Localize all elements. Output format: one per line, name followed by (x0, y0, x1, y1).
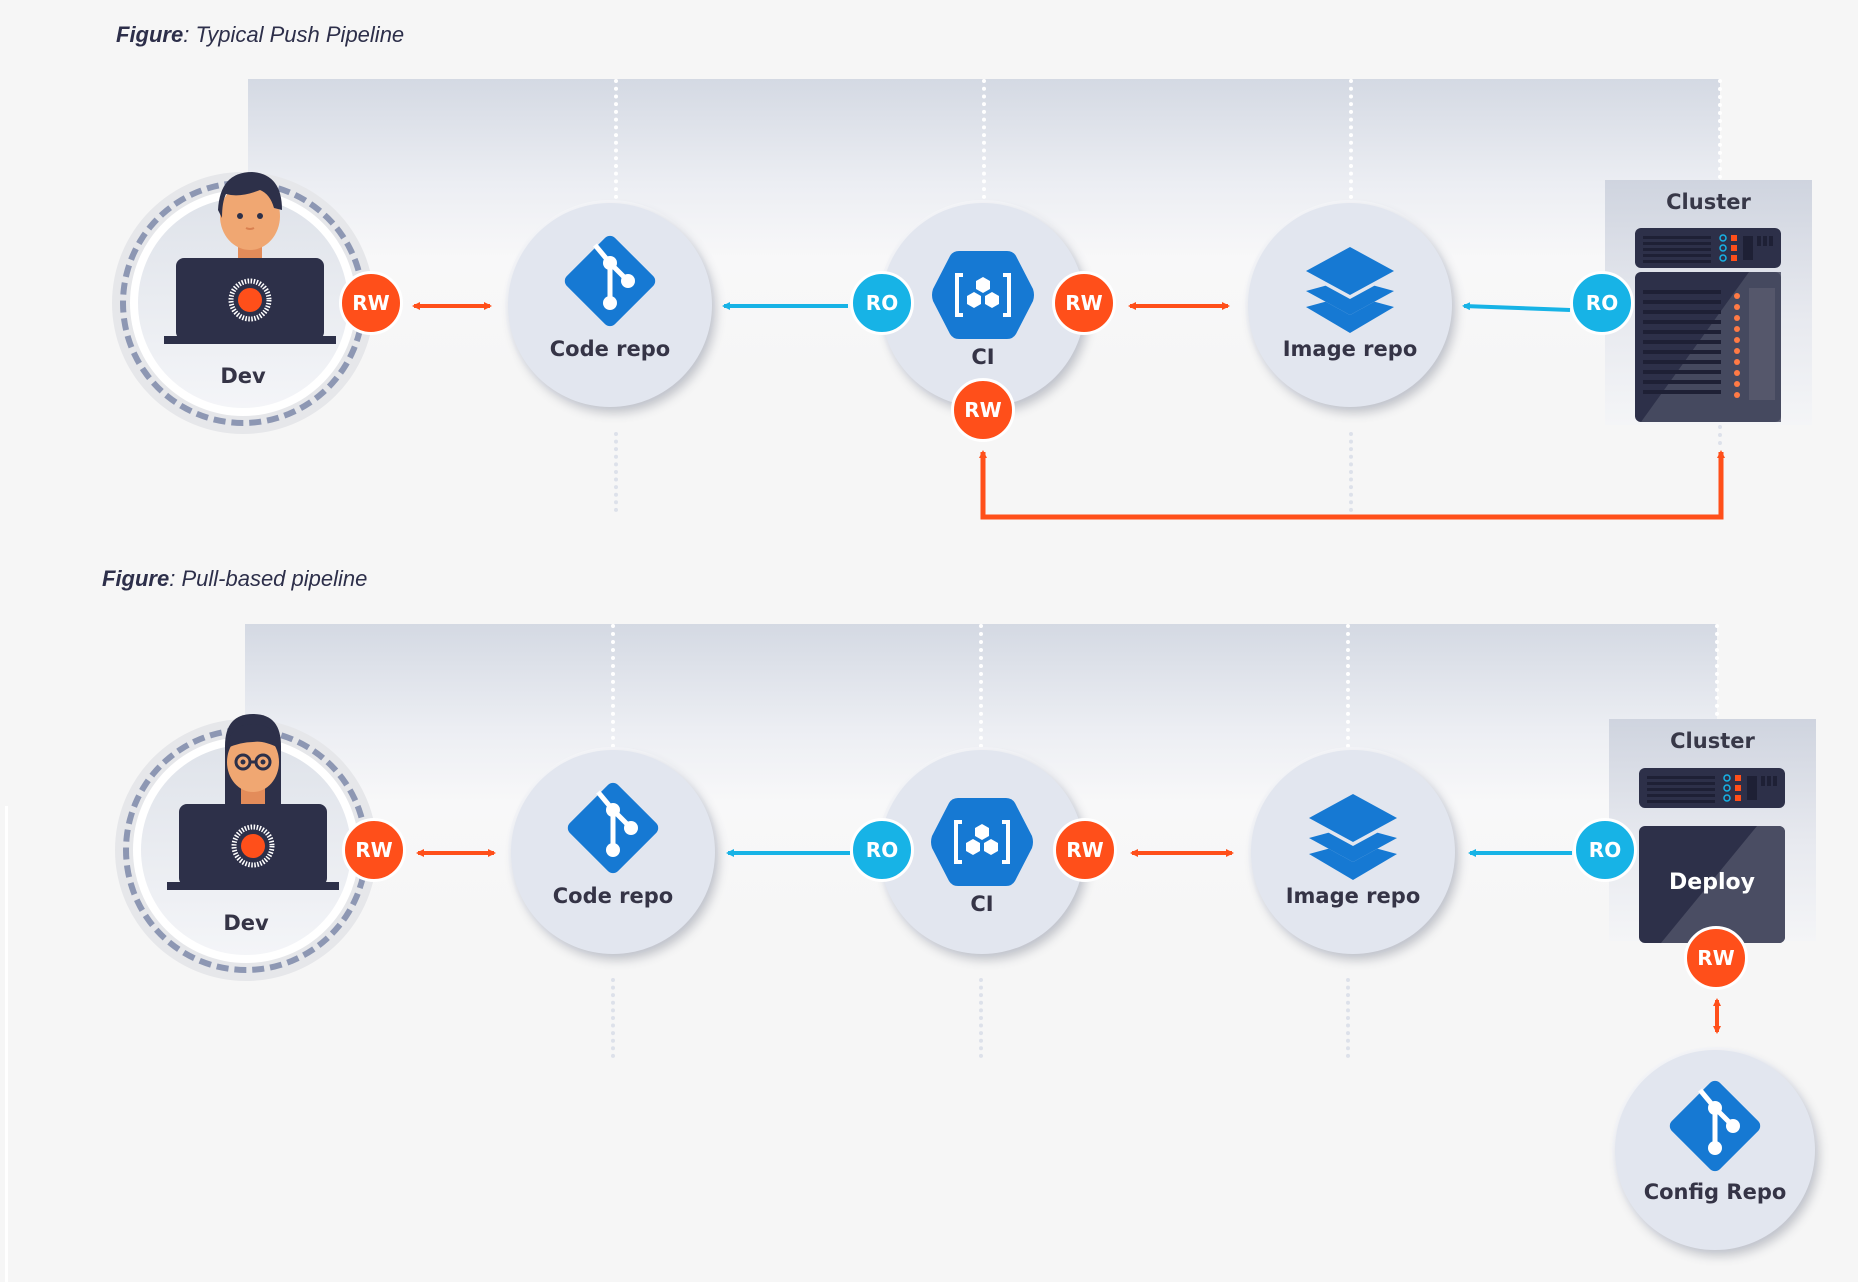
git-icon (567, 782, 659, 874)
cluster-box: Cluster Deploy (1609, 719, 1816, 943)
git-icon (1669, 1080, 1761, 1172)
ro-badge: RO (1573, 818, 1637, 882)
server-rack-icon (1639, 768, 1785, 808)
deploy-label: Deploy (1669, 870, 1755, 895)
image-repo-node: Image repo (1251, 750, 1455, 954)
connectors-layer (416, 849, 1721, 1034)
ci-label: CI (970, 892, 994, 916)
dev-label: Dev (223, 911, 269, 935)
code-repo-node: Code repo (511, 750, 715, 954)
config-repo-label: Config Repo (1643, 1180, 1787, 1204)
rw-badge: RW (342, 818, 406, 882)
code-repo-label: Code repo (552, 884, 674, 908)
ro-badge: RO (850, 818, 914, 882)
layers-icon (1309, 794, 1397, 880)
developer-icon (167, 714, 339, 890)
image-repo-label: Image repo (1285, 884, 1421, 908)
rw-badge: RW (1684, 926, 1748, 990)
cluster-label: Cluster (1670, 729, 1755, 753)
ci-hexagon-icon (931, 798, 1033, 886)
rw-badge: RW (1053, 818, 1117, 882)
config-repo-node: Config Repo (1615, 1050, 1815, 1250)
